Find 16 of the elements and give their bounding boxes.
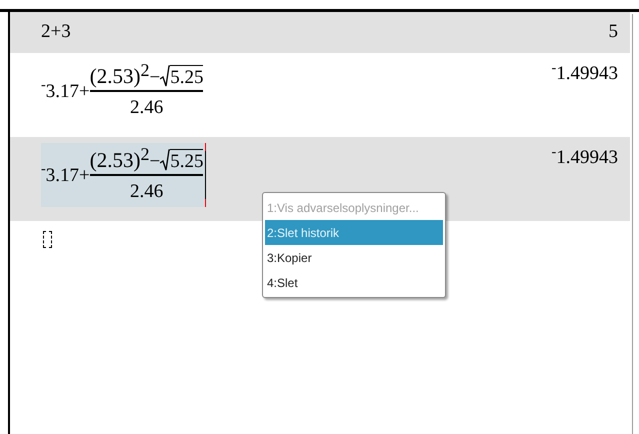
result-value: $^{-}$1.49943	[552, 59, 618, 86]
denominator: 2.46	[130, 96, 164, 117]
math-expression: 2+3	[41, 20, 71, 44]
exponent: 2	[140, 61, 150, 79]
math-operator: −	[149, 68, 160, 87]
result-value: 5	[608, 20, 618, 44]
result-value: $^{-}$1.49943	[552, 143, 618, 170]
denominator: 2.46	[130, 180, 164, 201]
math-term: $^{-}$3.17+	[41, 166, 90, 184]
radicand: 5.25	[170, 149, 204, 171]
exponent: 2	[140, 145, 150, 163]
math-operator: −	[149, 152, 160, 171]
math-term: (2.53)	[90, 66, 140, 87]
math-term: (2.53)	[90, 150, 140, 171]
radicand: 5.25	[170, 65, 204, 87]
math-term: $^{-}$3.17+	[41, 82, 90, 100]
